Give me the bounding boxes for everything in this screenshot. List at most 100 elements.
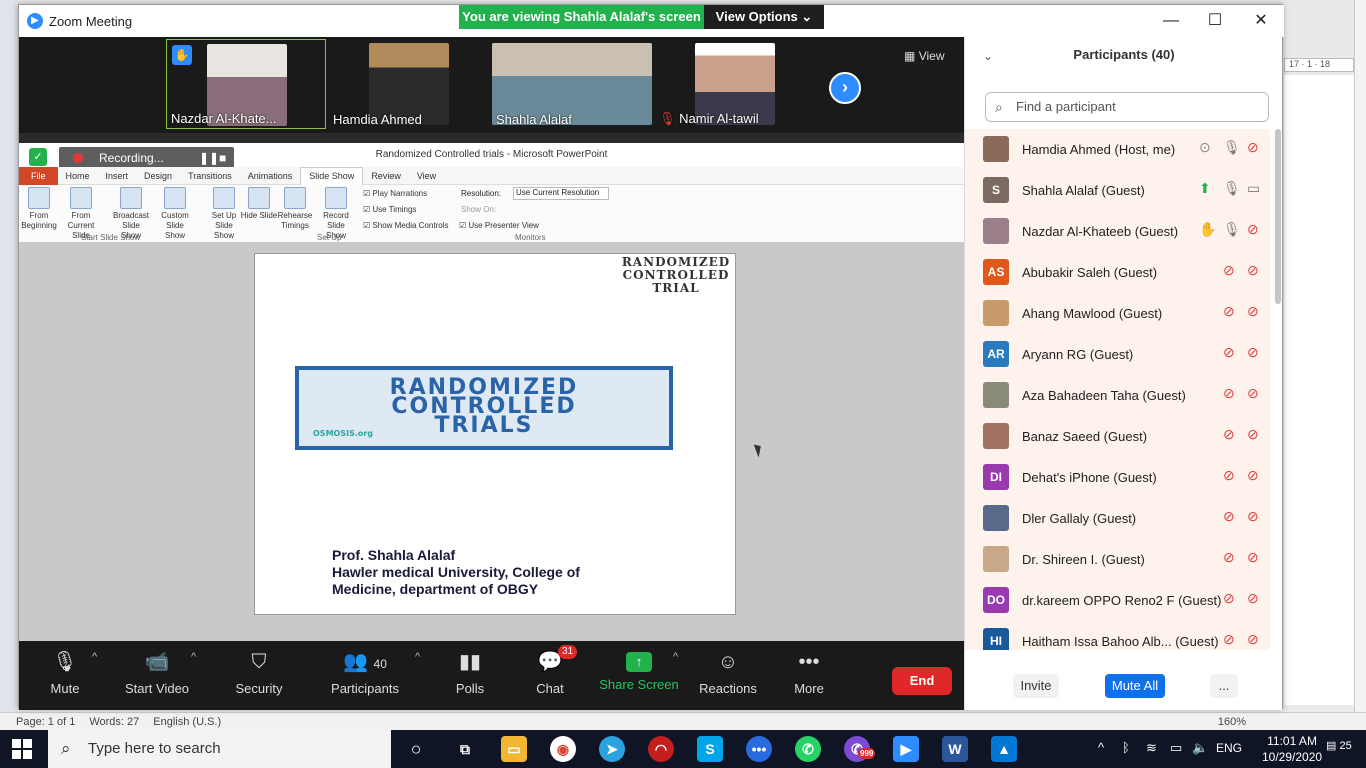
from-beginning-button[interactable]: From Beginning [19,187,59,231]
use-timings-checkbox[interactable]: Use Timings [363,205,416,214]
word-scrollbar[interactable] [1354,0,1366,712]
video-tile[interactable]: 🎙 Namir Al-tawil [655,39,815,129]
file-explorer-icon[interactable]: ▭ [501,736,527,762]
chevron-up-icon[interactable]: ^ [1098,740,1104,755]
polls-button[interactable]: ▮▮ Polls [430,647,510,696]
task-view-icon[interactable]: ⧉ [452,736,478,762]
participant-row[interactable]: Hamdia Ahmed (Host, me) ⊙ 🎙 ⊘ [965,129,1270,170]
participant-row[interactable]: Aza Bahadeen Taha (Guest) ⊘ ⊘ [965,375,1270,416]
video-off-icon[interactable]: ⊘ [1247,385,1259,402]
video-off-icon[interactable]: ⊘ [1247,631,1259,648]
volume-icon[interactable]: 🔈 [1192,740,1208,756]
microphone-icon[interactable]: 🎙 [1223,221,1241,238]
video-off-icon[interactable]: ⊘ [1247,344,1259,361]
viber-icon[interactable]: ✆ 999 [844,736,876,762]
muted-mic-icon[interactable]: ⊘ [1223,508,1235,525]
muted-mic-icon[interactable]: ⊘ [1223,631,1235,648]
caret-up-icon[interactable]: ^ [191,651,196,663]
tab-view[interactable]: View [409,171,444,181]
participants-button[interactable]: 👥 40 Participants [325,647,405,696]
battery-icon[interactable]: ▭ [1170,740,1182,756]
view-button[interactable]: ▦ View [904,49,944,63]
rehearse-timings-button[interactable]: Rehearse Timings [275,187,315,231]
end-meeting-button[interactable]: End [892,667,952,695]
participant-row[interactable]: HI Haitham Issa Bahoo Alb... (Guest) ⊘ ⊘ [965,621,1270,650]
muted-mic-icon[interactable]: ⊘ [1223,590,1235,607]
app-icon[interactable]: ◠ [648,736,674,762]
chrome-icon[interactable]: ◉ [550,736,576,762]
tab-slide-show[interactable]: Slide Show [300,166,364,185]
muted-mic-icon[interactable]: ⊘ [1223,426,1235,443]
participant-row[interactable]: AS Abubakir Saleh (Guest) ⊘ ⊘ [965,252,1270,293]
muted-mic-icon[interactable]: ⊘ [1223,549,1235,566]
set-up-slide-show-button[interactable]: Set Up Slide Show [204,187,244,241]
share-screen-button[interactable]: ↑ Share Screen [599,647,679,692]
participant-list-scrollbar[interactable] [1275,129,1281,304]
tab-file[interactable]: File [19,166,58,185]
participant-row[interactable]: Banaz Saeed (Guest) ⊘ ⊘ [965,416,1270,457]
video-off-icon[interactable]: ⊘ [1247,303,1259,320]
muted-mic-icon[interactable]: ⊘ [1223,467,1235,484]
resolution-select[interactable]: Use Current Resolution [513,187,609,200]
hide-slide-button[interactable]: Hide Slide [239,187,279,221]
participant-row[interactable]: Dr. Shireen I. (Guest) ⊘ ⊘ [965,539,1270,580]
custom-slide-show-button[interactable]: Custom Slide Show [155,187,195,241]
participant-search-input[interactable]: ⌕ Find a participant [985,92,1269,122]
notifications-icon[interactable]: ▤ 25 [1326,739,1352,752]
zoom-taskbar-icon[interactable]: ▶ [893,736,919,762]
muted-mic-icon[interactable]: ⊘ [1223,303,1235,320]
video-off-icon[interactable]: ⊘ [1247,549,1259,566]
word-icon[interactable]: W [942,736,968,762]
microphone-icon[interactable]: 🎙 [1223,139,1241,156]
video-camera-icon[interactable]: ▭ [1247,180,1260,197]
video-off-icon[interactable]: ⊘ [1247,221,1259,238]
taskbar-clock[interactable]: 11:01 AM 10/29/2020 [1262,733,1322,765]
show-media-controls-checkbox[interactable]: Show Media Controls [363,221,448,230]
cortana-icon[interactable]: ○ [403,736,429,762]
bluetooth-icon[interactable]: ᛒ [1122,740,1130,755]
video-off-icon[interactable]: ⊘ [1247,262,1259,279]
caret-up-icon[interactable]: ^ [92,651,97,663]
use-presenter-view-checkbox[interactable]: Use Presenter View [459,221,539,230]
taskbar-search-input[interactable]: ⌕ Type here to search [48,730,391,768]
next-page-button[interactable]: › [829,72,861,104]
tab-transitions[interactable]: Transitions [180,171,240,181]
tab-insert[interactable]: Insert [98,171,137,181]
skype-icon[interactable]: S [697,736,723,762]
messenger-icon[interactable]: ••• [746,736,772,762]
caret-up-icon[interactable]: ^ [415,651,420,663]
video-off-icon[interactable]: ⊘ [1247,139,1259,156]
muted-mic-icon[interactable]: ⊘ [1223,344,1235,361]
chat-button[interactable]: 💬 31 Chat [510,645,590,696]
microphone-icon[interactable]: 🎙 [1223,180,1241,197]
security-button[interactable]: ⛉ Security [219,647,299,696]
windows-start-icon[interactable] [12,739,32,759]
word-zoom-level[interactable]: 160% [1218,716,1246,728]
play-narrations-checkbox[interactable]: Play Narrations [363,189,427,198]
telegram-icon[interactable]: ➤ [599,736,625,762]
participant-row[interactable]: Nazdar Al-Khateeb (Guest) ✋ 🎙 ⊘ [965,211,1270,252]
participant-row[interactable]: DI Dehat's iPhone (Guest) ⊘ ⊘ [965,457,1270,498]
video-off-icon[interactable]: ⊘ [1247,590,1259,607]
reactions-button[interactable]: ☺ Reactions [688,647,768,696]
video-off-icon[interactable]: ⊘ [1247,426,1259,443]
whatsapp-icon[interactable]: ✆ [795,736,821,762]
video-off-icon[interactable]: ⊘ [1247,508,1259,525]
more-options-button[interactable]: ... [1210,674,1238,698]
wifi-icon[interactable]: ≋ [1146,740,1157,756]
participant-row[interactable]: DO dr.kareem OPPO Reno2 F (Guest) ⊘ ⊘ [965,580,1270,621]
stop-icon[interactable]: ■ [219,147,226,169]
tab-home[interactable]: Home [58,171,98,181]
tab-design[interactable]: Design [136,171,180,181]
mute-all-button[interactable]: Mute All [1105,674,1165,698]
input-language[interactable]: ENG [1216,741,1242,755]
participant-row[interactable]: S Shahla Alalaf (Guest) ⬆ 🎙 ▭ [965,170,1270,211]
photos-icon[interactable]: ▲ [991,736,1017,762]
participant-row[interactable]: AR Aryann RG (Guest) ⊘ ⊘ [965,334,1270,375]
video-off-icon[interactable]: ⊘ [1247,467,1259,484]
muted-mic-icon[interactable]: ⊘ [1223,262,1235,279]
pause-icon[interactable]: ❚❚ [199,147,219,169]
start-video-button[interactable]: 📹 Start Video [117,647,197,696]
participant-row[interactable]: Ahang Mawlood (Guest) ⊘ ⊘ [965,293,1270,334]
close-icon[interactable]: ✕ [1251,11,1271,31]
